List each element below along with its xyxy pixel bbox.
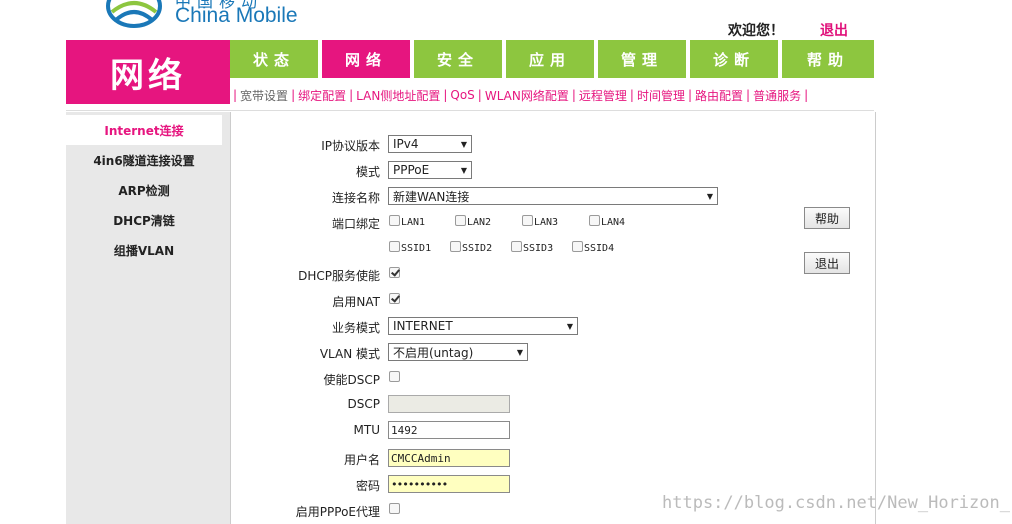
tab-diagnosis[interactable]: 诊断 <box>690 40 778 78</box>
pppoe-proxy-label: 启用PPPoE代理 <box>295 505 380 519</box>
ssid4-checkbox[interactable] <box>572 241 583 252</box>
subnav-wlan[interactable]: WLAN网络配置 <box>485 87 569 104</box>
mtu-label: MTU <box>353 423 380 437</box>
separator: | <box>477 88 482 102</box>
username-input[interactable]: CMCCAdmin <box>388 449 510 467</box>
section-title: 网络 <box>66 40 230 104</box>
sidebar-item-4in6-tunnel[interactable]: 4in6隧道连接设置 <box>66 145 222 175</box>
help-button[interactable]: 帮助 <box>804 207 850 229</box>
lan4-label: LAN4 <box>601 217 626 228</box>
dhcp-service-label: DHCP服务使能 <box>298 269 380 283</box>
service-mode-label: 业务模式 <box>331 321 380 335</box>
ssid3-label: SSID3 <box>523 243 554 254</box>
watermark-text: https://blog.csdn.net/New_Horizon_ <box>662 493 1010 513</box>
sub-navigation: | 宽带设置 | 绑定配置 | LAN侧地址配置 | QoS | WLAN网络配… <box>230 86 811 104</box>
enable-nat-checkbox[interactable] <box>389 293 400 304</box>
separator: | <box>804 88 809 102</box>
ip-version-value: IPv4 <box>393 137 419 151</box>
logo-english-text: China Mobile <box>175 4 298 27</box>
separator: | <box>233 88 238 102</box>
left-sidebar: Internet连接 4in6隧道连接设置 ARP检测 DHCP清链 组播VLA… <box>66 112 230 524</box>
sidebar-item-arp-detection[interactable]: ARP检测 <box>66 175 222 205</box>
mode-value: PPPoE <box>393 163 430 177</box>
subnav-qos[interactable]: QoS <box>450 88 474 102</box>
subnav-lan-address[interactable]: LAN侧地址配置 <box>356 87 440 104</box>
pppoe-proxy-checkbox[interactable] <box>389 503 400 514</box>
tab-management[interactable]: 管理 <box>598 40 686 78</box>
subnav-binding[interactable]: 绑定配置 <box>298 87 346 104</box>
enable-dscp-checkbox[interactable] <box>389 371 400 382</box>
password-input[interactable]: •••••••••• <box>388 475 510 493</box>
connection-name-select[interactable]: 新建WAN连接 ▼ <box>388 187 718 205</box>
vlan-mode-select[interactable]: 不启用(untag) ▼ <box>388 343 528 361</box>
lan2-label: LAN2 <box>467 217 492 228</box>
separator: | <box>746 88 751 102</box>
ssid3-checkbox[interactable] <box>511 241 522 252</box>
mtu-input[interactable]: 1492 <box>388 421 510 439</box>
mode-label: 模式 <box>355 165 380 179</box>
username-label: 用户名 <box>343 453 380 467</box>
lan3-checkbox[interactable] <box>522 215 533 226</box>
dropdown-arrow-icon: ▼ <box>460 165 467 175</box>
lan1-label: LAN1 <box>401 217 426 228</box>
lan4-checkbox[interactable] <box>589 215 600 226</box>
china-mobile-logo-icon <box>106 0 162 28</box>
tab-status[interactable]: 状态 <box>230 40 318 78</box>
lan3-label: LAN3 <box>534 217 559 228</box>
vlan-mode-value: 不启用(untag) <box>393 345 474 360</box>
separator: | <box>443 88 448 102</box>
tab-application[interactable]: 应用 <box>506 40 594 78</box>
logout-link[interactable]: 退出 <box>820 20 848 40</box>
sidebar-item-internet-connection[interactable]: Internet连接 <box>66 115 222 145</box>
ip-version-select[interactable]: IPv4 ▼ <box>388 135 472 153</box>
dropdown-arrow-icon: ▼ <box>516 347 523 357</box>
subnav-divider <box>66 110 874 111</box>
ssid1-label: SSID1 <box>401 243 432 254</box>
dscp-input[interactable] <box>388 395 510 413</box>
dropdown-arrow-icon: ▼ <box>706 191 713 201</box>
tab-help[interactable]: 帮助 <box>782 40 874 78</box>
exit-button[interactable]: 退出 <box>804 252 850 274</box>
separator: | <box>571 88 576 102</box>
lan2-checkbox[interactable] <box>455 215 466 226</box>
sidebar-item-multicast-vlan[interactable]: 组播VLAN <box>66 235 222 265</box>
tab-network[interactable]: 网络 <box>322 40 410 78</box>
ssid4-label: SSID4 <box>584 243 615 254</box>
dropdown-arrow-icon: ▼ <box>566 321 573 331</box>
sidebar-item-dhcp-clear[interactable]: DHCP清链 <box>66 205 222 235</box>
ssid2-checkbox[interactable] <box>450 241 461 252</box>
subnav-general-service[interactable]: 普通服务 <box>753 87 801 104</box>
dscp-label: DSCP <box>347 397 380 411</box>
vlan-mode-label: VLAN 模式 <box>319 347 380 361</box>
connection-name-label: 连接名称 <box>331 191 380 205</box>
subnav-remote-management[interactable]: 远程管理 <box>579 87 627 104</box>
port-binding-label: 端口绑定 <box>331 217 380 231</box>
connection-name-value: 新建WAN连接 <box>393 189 470 204</box>
separator: | <box>291 88 296 102</box>
subnav-broadband[interactable]: 宽带设置 <box>240 87 288 104</box>
subnav-time-management[interactable]: 时间管理 <box>637 87 685 104</box>
subnav-routing[interactable]: 路由配置 <box>695 87 743 104</box>
welcome-text: 欢迎您！ <box>728 23 784 39</box>
separator: | <box>349 88 354 102</box>
ssid2-label: SSID2 <box>462 243 493 254</box>
dropdown-arrow-icon: ▼ <box>460 139 467 149</box>
mode-select[interactable]: PPPoE ▼ <box>388 161 472 179</box>
separator: | <box>629 88 634 102</box>
service-mode-value: INTERNET <box>393 319 453 333</box>
enable-dscp-label: 使能DSCP <box>323 373 380 387</box>
password-label: 密码 <box>355 479 380 493</box>
enable-nat-label: 启用NAT <box>332 295 380 309</box>
service-mode-select[interactable]: INTERNET ▼ <box>388 317 578 335</box>
main-tabs: 状态 网络 安全 应用 管理 诊断 帮助 <box>230 40 874 78</box>
tab-security[interactable]: 安全 <box>414 40 502 78</box>
ip-version-label: IP协议版本 <box>321 139 380 153</box>
separator: | <box>687 88 693 102</box>
ssid1-checkbox[interactable] <box>389 241 400 252</box>
lan1-checkbox[interactable] <box>389 215 400 226</box>
dhcp-service-checkbox[interactable] <box>389 267 400 278</box>
